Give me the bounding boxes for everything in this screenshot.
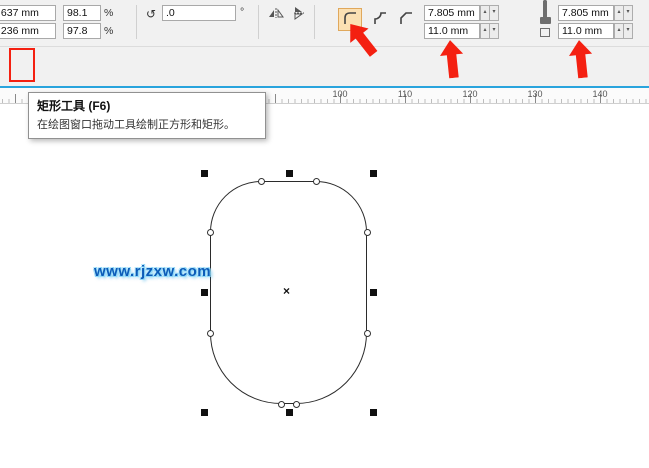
watermark-text: www.rjzxw.com [94, 263, 211, 280]
mirror-vertical-icon [293, 6, 305, 23]
separator [314, 5, 315, 39]
scalloped-corner-icon [373, 11, 387, 28]
selection-handle[interactable] [370, 170, 377, 177]
mirror-horizontal-button[interactable] [266, 6, 286, 23]
curve-node[interactable] [364, 330, 371, 337]
corner-radius-bottom-right-field[interactable]: 11.0 mm [558, 23, 614, 39]
spinner-down-button[interactable]: ▾ [489, 23, 499, 39]
selection-handle[interactable] [286, 170, 293, 177]
spinner-down-button[interactable]: ▾ [489, 5, 499, 21]
curve-node[interactable] [364, 229, 371, 236]
tooltip-body: 在绘图窗口拖动工具绘制正方形和矩形。 [37, 116, 257, 132]
ruler-label: 140 [592, 89, 607, 99]
curve-node[interactable] [207, 229, 214, 236]
separator [258, 5, 259, 39]
edit-corners-together-lock-button[interactable] [536, 4, 554, 22]
mirror-vertical-button[interactable] [289, 6, 309, 23]
selection-handle[interactable] [286, 409, 293, 416]
spinner-down-button[interactable]: ▾ [623, 5, 633, 21]
ruler-label: 100 [332, 89, 347, 99]
curve-node[interactable] [313, 178, 320, 185]
red-arrow-annotation [567, 39, 595, 79]
rectangle-tool-highlight-annotation [9, 48, 35, 82]
chamfered-corner-icon [399, 11, 413, 28]
object-position-x-field[interactable]: .637 mm [0, 5, 56, 21]
curve-node[interactable] [207, 330, 214, 337]
ruler-label: 130 [527, 89, 542, 99]
red-arrow-annotation [438, 39, 466, 79]
scale-y-field[interactable]: 97.8 [63, 23, 101, 39]
corner-bl-spinner[interactable]: ▴ ▾ [481, 23, 499, 39]
mirror-horizontal-icon [268, 7, 284, 22]
toolbox: 字 [0, 46, 649, 86]
selection-handle[interactable] [201, 170, 208, 177]
app-window: .637 mm .236 mm 98.1 97.8 % % ↺ .0 ° [0, 0, 649, 468]
corner-tl-spinner[interactable]: ▴ ▾ [481, 5, 499, 21]
tooltip-title: 矩形工具 (F6) [37, 97, 257, 114]
curve-node[interactable] [278, 401, 285, 408]
corner-radius-top-left-field[interactable]: 7.805 mm [424, 5, 480, 21]
selection-handle[interactable] [370, 289, 377, 296]
corner-br-spinner[interactable]: ▴ ▾ [615, 23, 633, 39]
lock-icon [540, 2, 551, 24]
rotation-icon: ↺ [146, 7, 156, 21]
degree-label: ° [240, 6, 244, 18]
spinner-down-button[interactable]: ▾ [623, 23, 633, 39]
curve-node[interactable] [258, 178, 265, 185]
corner-radius-bottom-left-field[interactable]: 11.0 mm [424, 23, 480, 39]
property-bar: .637 mm .236 mm 98.1 97.8 % % ↺ .0 ° [0, 0, 649, 46]
corner-tr-spinner[interactable]: ▴ ▾ [615, 5, 633, 21]
curve-node[interactable] [293, 401, 300, 408]
scale-x-field[interactable]: 98.1 [63, 5, 101, 21]
selection-handle[interactable] [201, 289, 208, 296]
rotation-angle-field[interactable]: .0 [162, 5, 236, 21]
percent-label: % [104, 7, 113, 19]
relative-corner-scaling-button[interactable] [536, 24, 554, 40]
rotation-center-marker[interactable]: × [283, 284, 290, 298]
ruler-label: 120 [462, 89, 477, 99]
drawing-canvas[interactable]: × www.rjzxw.com [0, 104, 649, 468]
object-position-y-field[interactable]: .236 mm [0, 23, 56, 39]
scalloped-corner-button[interactable] [368, 8, 392, 31]
tooltip: 矩形工具 (F6) 在绘图窗口拖动工具绘制正方形和矩形。 [28, 92, 266, 139]
separator [136, 5, 137, 39]
chamfered-corner-button[interactable] [394, 8, 418, 31]
percent-label: % [104, 25, 113, 37]
ruler-label: 110 [398, 89, 412, 99]
relative-corner-scaling-icon [540, 28, 550, 37]
corner-radius-top-right-field[interactable]: 7.805 mm [558, 5, 614, 21]
selection-handle[interactable] [201, 409, 208, 416]
selection-handle[interactable] [370, 409, 377, 416]
